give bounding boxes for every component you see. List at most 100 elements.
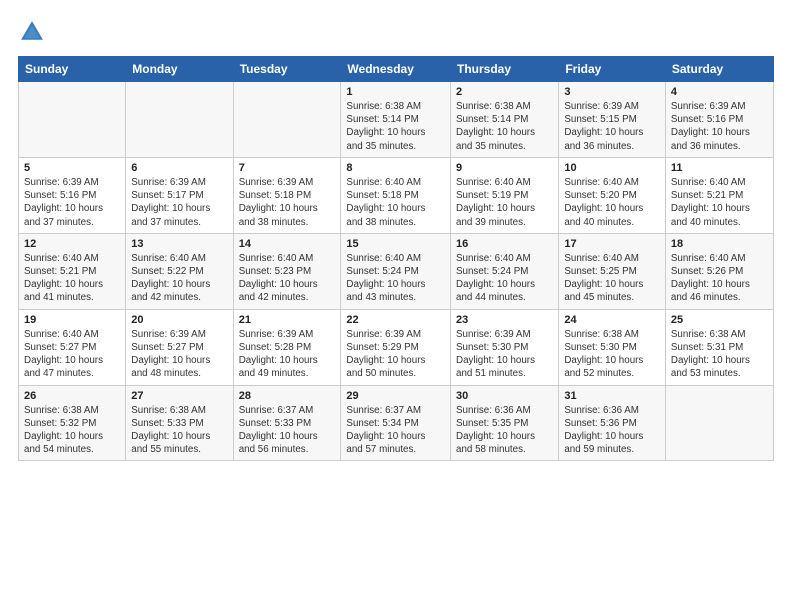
day-cell: 2 Sunrise: 6:38 AMSunset: 5:14 PMDaylight… — [451, 82, 559, 158]
day-cell: 3 Sunrise: 6:39 AMSunset: 5:15 PMDaylight… — [559, 82, 666, 158]
day-cell: 15 Sunrise: 6:40 AMSunset: 5:24 PMDayligh… — [341, 233, 451, 309]
day-info: Sunrise: 6:40 AMSunset: 5:24 PMDaylight:… — [456, 252, 553, 305]
calendar-header: SundayMondayTuesdayWednesdayThursdayFrid… — [19, 57, 774, 82]
day-number: 28 — [239, 390, 336, 402]
day-cell: 29 Sunrise: 6:37 AMSunset: 5:34 PMDayligh… — [341, 385, 451, 461]
day-cell: 1Sunrise: 6:38 AMSunset: 5:14 PMDaylight… — [341, 82, 451, 158]
day-info: Sunrise: 6:38 AMSunset: 5:33 PMDaylight:… — [131, 404, 227, 457]
logo-icon — [18, 18, 46, 46]
day-cell: 23Sunrise: 6:39 AMSunset: 5:30 PMDayligh… — [451, 309, 559, 385]
day-info: Sunrise: 6:40 AMSunset: 5:21 PMDaylight:… — [24, 252, 120, 305]
day-cell: 13Sunrise: 6:40 AMSunset: 5:22 PMDayligh… — [126, 233, 233, 309]
day-cell: 6 Sunrise: 6:39 AMSunset: 5:17 PMDaylight… — [126, 157, 233, 233]
day-cell: 12Sunrise: 6:40 AMSunset: 5:21 PMDayligh… — [19, 233, 126, 309]
day-number: 6 — [131, 162, 227, 174]
day-number: 14 — [239, 238, 336, 250]
day-info: Sunrise: 6:37 AMSunset: 5:33 PMDaylight:… — [239, 404, 336, 457]
header-cell-friday: Friday — [559, 57, 666, 82]
day-info: Sunrise: 6:36 AMSunset: 5:35 PMDaylight:… — [456, 404, 553, 457]
header-cell-sunday: Sunday — [19, 57, 126, 82]
day-info: Sunrise: 6:39 AMSunset: 5:17 PMDaylight:… — [131, 176, 227, 229]
day-number: 31 — [564, 390, 660, 402]
day-info: Sunrise: 6:40 AMSunset: 5:19 PMDaylight:… — [456, 176, 553, 229]
day-info: Sunrise: 6:38 AMSunset: 5:30 PMDaylight:… — [564, 328, 660, 381]
day-info: Sunrise: 6:38 AMSunset: 5:31 PMDaylight:… — [671, 328, 768, 381]
day-info: Sunrise: 6:39 AMSunset: 5:27 PMDaylight:… — [131, 328, 227, 381]
week-row-2: 5 Sunrise: 6:39 AMSunset: 5:16 PMDaylight… — [19, 157, 774, 233]
calendar-body: 1Sunrise: 6:38 AMSunset: 5:14 PMDaylight… — [19, 82, 774, 461]
day-number: 8 — [346, 162, 445, 174]
day-number: 11 — [671, 162, 768, 174]
day-info: Sunrise: 6:37 AMSunset: 5:34 PMDaylight:… — [346, 404, 445, 457]
day-cell: 22 Sunrise: 6:39 AMSunset: 5:29 PMDayligh… — [341, 309, 451, 385]
day-info: Sunrise: 6:40 AMSunset: 5:22 PMDaylight:… — [131, 252, 227, 305]
header-cell-monday: Monday — [126, 57, 233, 82]
day-number: 20 — [131, 314, 227, 326]
day-number: 17 — [564, 238, 660, 250]
day-info: Sunrise: 6:40 AMSunset: 5:25 PMDaylight:… — [564, 252, 660, 305]
header — [18, 18, 774, 46]
day-number: 4 — [671, 86, 768, 98]
day-cell — [126, 82, 233, 158]
day-cell — [233, 82, 341, 158]
day-cell: 9 Sunrise: 6:40 AMSunset: 5:19 PMDaylight… — [451, 157, 559, 233]
day-number: 3 — [564, 86, 660, 98]
day-number: 7 — [239, 162, 336, 174]
day-info: Sunrise: 6:39 AMSunset: 5:18 PMDaylight:… — [239, 176, 336, 229]
week-row-3: 12Sunrise: 6:40 AMSunset: 5:21 PMDayligh… — [19, 233, 774, 309]
day-info: Sunrise: 6:40 AMSunset: 5:21 PMDaylight:… — [671, 176, 768, 229]
day-cell: 11 Sunrise: 6:40 AMSunset: 5:21 PMDayligh… — [665, 157, 773, 233]
day-info: Sunrise: 6:39 AMSunset: 5:16 PMDaylight:… — [24, 176, 120, 229]
page: SundayMondayTuesdayWednesdayThursdayFrid… — [0, 0, 792, 612]
day-number: 29 — [346, 390, 445, 402]
week-row-1: 1Sunrise: 6:38 AMSunset: 5:14 PMDaylight… — [19, 82, 774, 158]
day-cell: 5 Sunrise: 6:39 AMSunset: 5:16 PMDaylight… — [19, 157, 126, 233]
day-cell: 17 Sunrise: 6:40 AMSunset: 5:25 PMDayligh… — [559, 233, 666, 309]
day-cell: 16 Sunrise: 6:40 AMSunset: 5:24 PMDayligh… — [451, 233, 559, 309]
header-cell-tuesday: Tuesday — [233, 57, 341, 82]
day-number: 9 — [456, 162, 553, 174]
day-number: 16 — [456, 238, 553, 250]
day-number: 15 — [346, 238, 445, 250]
day-number: 18 — [671, 238, 768, 250]
day-cell: 30 Sunrise: 6:36 AMSunset: 5:35 PMDayligh… — [451, 385, 559, 461]
day-info: Sunrise: 6:40 AMSunset: 5:27 PMDaylight:… — [24, 328, 120, 381]
day-info: Sunrise: 6:39 AMSunset: 5:15 PMDaylight:… — [564, 100, 660, 153]
day-number: 26 — [24, 390, 120, 402]
logo — [18, 18, 50, 46]
day-info: Sunrise: 6:38 AMSunset: 5:32 PMDaylight:… — [24, 404, 120, 457]
day-number: 5 — [24, 162, 120, 174]
day-cell: 25 Sunrise: 6:38 AMSunset: 5:31 PMDayligh… — [665, 309, 773, 385]
day-info: Sunrise: 6:38 AMSunset: 5:14 PMDaylight:… — [456, 100, 553, 153]
day-info: Sunrise: 6:40 AMSunset: 5:23 PMDaylight:… — [239, 252, 336, 305]
day-cell: 10 Sunrise: 6:40 AMSunset: 5:20 PMDayligh… — [559, 157, 666, 233]
day-cell: 26 Sunrise: 6:38 AMSunset: 5:32 PMDayligh… — [19, 385, 126, 461]
day-number: 30 — [456, 390, 553, 402]
day-cell — [665, 385, 773, 461]
day-cell: 14 Sunrise: 6:40 AMSunset: 5:23 PMDayligh… — [233, 233, 341, 309]
day-number: 2 — [456, 86, 553, 98]
day-info: Sunrise: 6:39 AMSunset: 5:30 PMDaylight:… — [456, 328, 553, 381]
day-cell: 19 Sunrise: 6:40 AMSunset: 5:27 PMDayligh… — [19, 309, 126, 385]
day-cell: 28 Sunrise: 6:37 AMSunset: 5:33 PMDayligh… — [233, 385, 341, 461]
day-number: 25 — [671, 314, 768, 326]
day-info: Sunrise: 6:40 AMSunset: 5:20 PMDaylight:… — [564, 176, 660, 229]
day-number: 19 — [24, 314, 120, 326]
day-number: 27 — [131, 390, 227, 402]
day-number: 24 — [564, 314, 660, 326]
day-cell: 21Sunrise: 6:39 AMSunset: 5:28 PMDayligh… — [233, 309, 341, 385]
day-info: Sunrise: 6:36 AMSunset: 5:36 PMDaylight:… — [564, 404, 660, 457]
day-info: Sunrise: 6:39 AMSunset: 5:16 PMDaylight:… — [671, 100, 768, 153]
day-cell: 24 Sunrise: 6:38 AMSunset: 5:30 PMDayligh… — [559, 309, 666, 385]
calendar-table: SundayMondayTuesdayWednesdayThursdayFrid… — [18, 56, 774, 461]
day-info: Sunrise: 6:40 AMSunset: 5:24 PMDaylight:… — [346, 252, 445, 305]
day-info: Sunrise: 6:39 AMSunset: 5:29 PMDaylight:… — [346, 328, 445, 381]
header-row: SundayMondayTuesdayWednesdayThursdayFrid… — [19, 57, 774, 82]
week-row-4: 19 Sunrise: 6:40 AMSunset: 5:27 PMDayligh… — [19, 309, 774, 385]
day-info: Sunrise: 6:40 AMSunset: 5:26 PMDaylight:… — [671, 252, 768, 305]
day-number: 22 — [346, 314, 445, 326]
day-cell: 27 Sunrise: 6:38 AMSunset: 5:33 PMDayligh… — [126, 385, 233, 461]
day-number: 10 — [564, 162, 660, 174]
day-cell: 8Sunrise: 6:40 AMSunset: 5:18 PMDaylight… — [341, 157, 451, 233]
day-cell: 18 Sunrise: 6:40 AMSunset: 5:26 PMDayligh… — [665, 233, 773, 309]
